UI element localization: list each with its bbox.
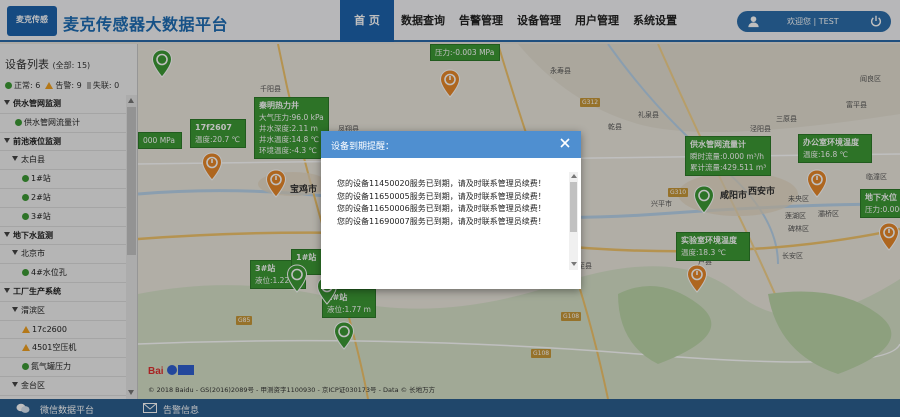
scroll-thumb[interactable] bbox=[570, 182, 577, 232]
expiry-message: 您的设备11650005服务已到期，请及时联系管理员续费！ bbox=[337, 191, 546, 201]
app-root: 麦克传感 麦克传感器大数据平台 首 页 数据查询 告警管理 设备管理 用户管理 … bbox=[0, 0, 900, 417]
scroll-up-icon[interactable] bbox=[570, 174, 577, 178]
dialog-header: 设备到期提醒： bbox=[321, 131, 581, 158]
scroll-down-icon[interactable] bbox=[570, 262, 577, 266]
dialog-body: 您的设备11450020服务已到期，请及时联系管理员续费！ 您的设备116500… bbox=[321, 158, 581, 289]
close-icon[interactable] bbox=[558, 136, 572, 150]
expiry-message: 您的设备11450020服务已到期，请及时联系管理员续费！ bbox=[337, 179, 546, 188]
expiry-message: 您的设备11690007服务已到期，请及时联系管理员续费！ bbox=[337, 216, 546, 226]
expiry-message: 您的设备11650006服务已到期，请及时联系管理员续费！ bbox=[337, 204, 546, 213]
dialog-title: 设备到期提醒： bbox=[331, 142, 395, 152]
expiry-reminder-dialog: 设备到期提醒： 您的设备11450020服务已到期，请及时联系管理员续费！ 您的… bbox=[321, 131, 581, 289]
message-list[interactable]: 您的设备11450020服务已到期，请及时联系管理员续费！ 您的设备116500… bbox=[337, 178, 562, 268]
message-scrollbar[interactable] bbox=[569, 172, 578, 270]
